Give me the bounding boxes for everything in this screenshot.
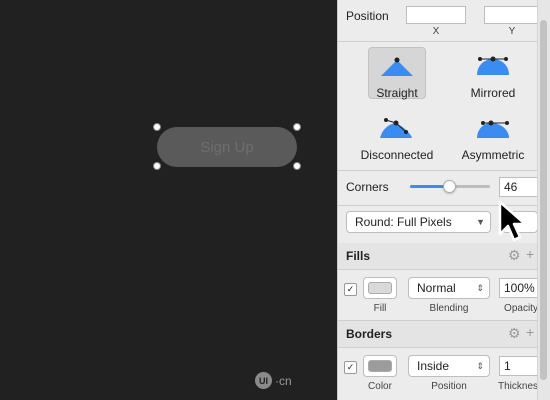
gear-icon[interactable]: ⚙	[508, 247, 521, 264]
point-type-asymmetric-label: Asymmetric	[461, 148, 525, 162]
blending-select-value: Normal	[417, 281, 456, 295]
border-thickness-label: Thickness	[498, 381, 538, 392]
fill-color-swatch	[368, 282, 392, 294]
resize-handle-top-left[interactable]	[153, 123, 161, 131]
mouse-cursor-icon	[498, 200, 527, 242]
sign-up-text: Sign Up	[200, 138, 254, 156]
position-y-label: Y	[508, 26, 516, 37]
resize-handle-top-right[interactable]	[293, 123, 301, 131]
updown-chevron-icon: ⇕	[476, 283, 484, 293]
border-color-swatch	[368, 360, 392, 372]
corners-slider-knob[interactable]	[442, 180, 456, 193]
blending-label: Blending	[429, 303, 469, 314]
blending-select[interactable]: Normal ⇕	[408, 277, 490, 299]
rounding-select-value: Round: Full Pixels	[355, 215, 452, 229]
fills-header: Fills ⚙ +	[338, 243, 538, 269]
opacity-input[interactable]: 100%	[499, 278, 538, 298]
chevron-down-icon: ▼	[476, 217, 485, 227]
sign-up-shape[interactable]: Sign Up	[157, 127, 297, 167]
design-canvas[interactable]: Sign Up UI ·cn	[0, 0, 337, 400]
watermark: UI ·cn	[255, 372, 292, 389]
border-thickness-input[interactable]: 1	[499, 356, 538, 376]
position-x-input[interactable]	[406, 6, 466, 24]
fill-enabled-checkbox[interactable]: ✓	[344, 283, 357, 296]
corners-value-input[interactable]: 46	[499, 177, 538, 197]
rounding-select[interactable]: Round: Full Pixels ▼	[346, 211, 491, 233]
fills-title: Fills	[346, 249, 371, 263]
opacity-label: Opacity	[504, 303, 538, 314]
border-color-button[interactable]	[363, 355, 397, 377]
position-x-label: X	[432, 26, 440, 37]
corners-slider-fill	[410, 185, 448, 188]
border-color-label: Color	[368, 381, 392, 392]
point-type-mirrored-label: Mirrored	[470, 86, 516, 100]
gear-icon[interactable]: ⚙	[508, 325, 521, 342]
borders-header: Borders ⚙ +	[338, 321, 538, 347]
fill-color-button[interactable]	[363, 277, 397, 299]
resize-handle-bottom-right[interactable]	[293, 162, 301, 170]
point-type-straight-label: Straight	[376, 86, 418, 100]
watermark-text: ·cn	[275, 373, 292, 388]
watermark-logo: UI	[255, 372, 272, 389]
add-icon[interactable]: +	[526, 324, 534, 340]
updown-chevron-icon: ⇕	[476, 361, 484, 371]
point-type-disconnected-label: Disconnected	[360, 148, 434, 162]
borders-title: Borders	[346, 327, 393, 341]
border-enabled-checkbox[interactable]: ✓	[344, 361, 357, 374]
position-label: Position	[346, 9, 389, 23]
fill-label: Fill	[373, 303, 387, 314]
border-position-label: Position	[431, 381, 467, 392]
inspector-scrollbar-thumb[interactable]	[540, 20, 547, 380]
resize-handle-bottom-left[interactable]	[153, 162, 161, 170]
add-icon[interactable]: +	[526, 246, 534, 262]
corners-label: Corners	[346, 180, 389, 194]
border-position-value: Inside	[417, 359, 450, 373]
position-y-input[interactable]	[484, 6, 538, 24]
border-position-select[interactable]: Inside ⇕	[408, 355, 490, 377]
